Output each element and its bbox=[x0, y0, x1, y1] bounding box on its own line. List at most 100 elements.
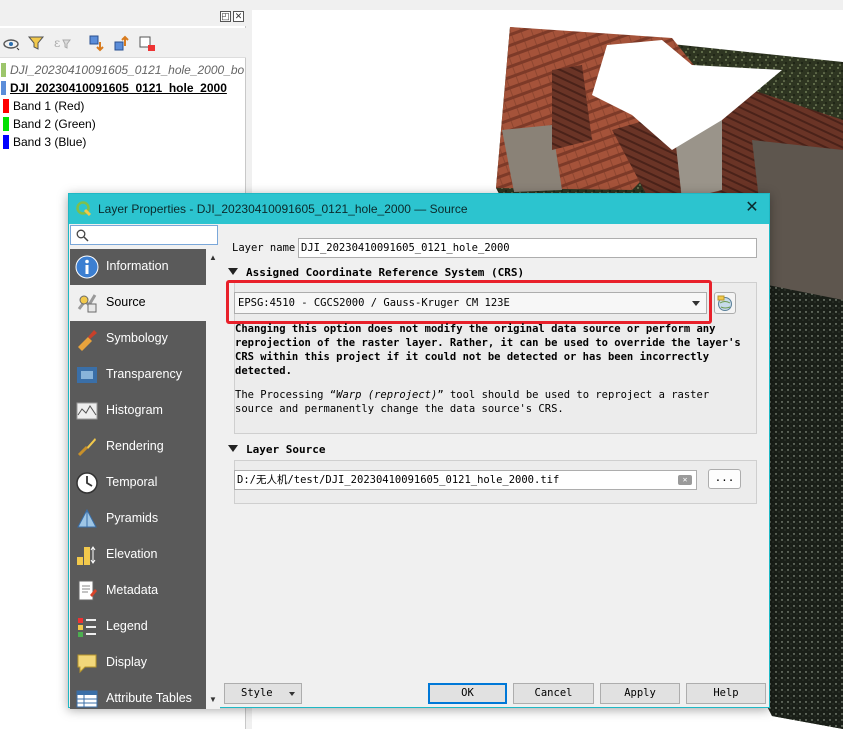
search-icon bbox=[76, 229, 89, 242]
nav-item-rendering[interactable]: Rendering bbox=[70, 429, 206, 465]
scroll-up-icon[interactable]: ▲ bbox=[208, 253, 218, 263]
expand-all-icon[interactable] bbox=[88, 34, 106, 52]
nav-label: Rendering bbox=[106, 439, 164, 453]
sidebar-scrollbar[interactable]: ▲ ▼ bbox=[206, 249, 220, 709]
nav-label: Legend bbox=[106, 619, 148, 633]
nav-label: Metadata bbox=[106, 583, 159, 597]
rendering-icon bbox=[77, 438, 96, 457]
layers-toolbar: ε bbox=[0, 28, 246, 58]
nav-label: Temporal bbox=[106, 475, 158, 489]
layer-name: DJI_20230410091605_0121_hole_2000_bo bbox=[10, 63, 245, 77]
nav-item-histogram[interactable]: Histogram bbox=[70, 393, 206, 429]
nav-item-display[interactable]: Display bbox=[70, 645, 206, 681]
crs-select-button[interactable] bbox=[714, 292, 736, 314]
nav-item-metadata[interactable]: Metadata bbox=[70, 573, 206, 609]
red-swatch bbox=[3, 99, 9, 113]
chevron-down-icon bbox=[289, 692, 295, 696]
source-page: Layer name DJI_20230410091605_0121_hole_… bbox=[224, 234, 769, 674]
nav-item-elevation[interactable]: Elevation bbox=[70, 537, 206, 573]
dialog-title: Layer Properties - DJI_20230410091605_01… bbox=[98, 202, 468, 216]
close-icon[interactable]: ✕ bbox=[743, 199, 761, 217]
band-item-blue[interactable]: Band 3 (Blue) bbox=[3, 133, 86, 151]
nav-item-source[interactable]: Source bbox=[70, 285, 206, 321]
layer-properties-dialog: Layer Properties - DJI_20230410091605_01… bbox=[68, 193, 770, 709]
crs-highlight-annotation bbox=[226, 280, 712, 324]
info-icon bbox=[75, 255, 99, 279]
collapse-arrow-icon bbox=[228, 445, 238, 452]
layer-name-input[interactable]: DJI_20230410091605_0121_hole_2000 bbox=[298, 238, 757, 258]
layer-source-title: Layer Source bbox=[246, 443, 326, 456]
filter-icon[interactable] bbox=[27, 34, 45, 52]
clock-icon bbox=[76, 472, 98, 494]
layer-source-header[interactable]: Layer Source bbox=[228, 443, 325, 456]
nav-label: Attribute Tables bbox=[106, 691, 192, 705]
crs-section-header[interactable]: Assigned Coordinate Reference System (CR… bbox=[228, 266, 524, 279]
raster-layer-icon bbox=[1, 81, 6, 95]
display-icon bbox=[77, 654, 97, 674]
style-button[interactable]: Style bbox=[224, 683, 302, 704]
layer-name: DJI_20230410091605_0121_hole_2000 bbox=[10, 81, 227, 95]
layer-name-label: Layer name bbox=[232, 242, 296, 254]
svg-text:ε: ε bbox=[54, 36, 60, 50]
band-item-green[interactable]: Band 2 (Green) bbox=[3, 115, 96, 133]
crs-warning-text: Changing this option does not modify the… bbox=[235, 323, 741, 377]
nav-item-information[interactable]: Information bbox=[70, 249, 206, 285]
clear-icon[interactable]: ✕ bbox=[678, 475, 692, 485]
properties-sidebar: Information Source Symbology Transparenc… bbox=[70, 249, 206, 709]
nav-label: Histogram bbox=[106, 403, 163, 417]
expression-filter-icon[interactable]: ε bbox=[53, 34, 71, 52]
nav-label: Source bbox=[106, 295, 146, 309]
attribute-tables-icon bbox=[76, 690, 98, 708]
float-panel-icon[interactable]: ◰ bbox=[220, 11, 231, 22]
blue-swatch bbox=[3, 135, 9, 149]
browse-button[interactable]: ... bbox=[708, 469, 741, 489]
help-button[interactable]: Help bbox=[686, 683, 766, 704]
apply-button[interactable]: Apply bbox=[600, 683, 680, 704]
globe-icon bbox=[717, 295, 732, 311]
nav-label: Symbology bbox=[106, 331, 168, 345]
legend-icon bbox=[78, 618, 96, 637]
layer-item-bo[interactable]: DJI_20230410091605_0121_hole_2000_bo bbox=[1, 61, 244, 79]
nav-item-temporal[interactable]: Temporal bbox=[70, 465, 206, 501]
eye-icon[interactable] bbox=[2, 34, 20, 52]
metadata-icon bbox=[78, 580, 97, 601]
nav-item-attribute-tables[interactable]: Attribute Tables bbox=[70, 681, 206, 709]
remove-layer-icon[interactable] bbox=[138, 34, 156, 52]
histogram-icon bbox=[76, 402, 98, 420]
source-path-input[interactable]: D:/无人机/test/DJI_20230410091605_0121_hole… bbox=[234, 470, 697, 490]
nav-item-pyramids[interactable]: Pyramids bbox=[70, 501, 206, 537]
symbology-icon bbox=[78, 330, 97, 351]
nav-item-legend[interactable]: Legend bbox=[70, 609, 206, 645]
ok-button[interactable]: OK bbox=[428, 683, 507, 704]
dialog-titlebar[interactable]: Layer Properties - DJI_20230410091605_01… bbox=[69, 194, 769, 224]
close-panel-icon[interactable]: ✕ bbox=[233, 11, 244, 22]
band-label: Band 3 (Blue) bbox=[13, 135, 87, 149]
nav-label: Display bbox=[106, 655, 147, 669]
source-path-value: D:/无人机/test/DJI_20230410091605_0121_hole… bbox=[237, 474, 560, 486]
nav-label: Pyramids bbox=[106, 511, 159, 525]
panel-header: ◰ ✕ bbox=[0, 0, 246, 26]
cancel-button[interactable]: Cancel bbox=[513, 683, 594, 704]
search-field[interactable] bbox=[70, 225, 218, 245]
note-text: The Processing “ bbox=[235, 389, 337, 401]
green-swatch bbox=[3, 117, 9, 131]
collapse-all-icon[interactable] bbox=[113, 34, 131, 52]
band-label: Band 1 (Red) bbox=[13, 99, 85, 113]
search-input[interactable] bbox=[95, 228, 213, 242]
collapse-arrow-icon bbox=[228, 268, 238, 275]
nav-item-symbology[interactable]: Symbology bbox=[70, 321, 206, 357]
elevation-icon bbox=[77, 546, 96, 565]
qgis-logo-icon bbox=[76, 201, 92, 217]
nav-label: Transparency bbox=[106, 367, 182, 381]
band-item-red[interactable]: Band 1 (Red) bbox=[3, 97, 84, 115]
nav-item-transparency[interactable]: Transparency bbox=[70, 357, 206, 393]
scroll-down-icon[interactable]: ▼ bbox=[208, 695, 218, 705]
band-label: Band 2 (Green) bbox=[13, 117, 96, 131]
raster-layer-icon bbox=[1, 63, 6, 77]
crs-note-text: The Processing “Warp (reproject)” tool s… bbox=[235, 388, 745, 416]
crs-section-title: Assigned Coordinate Reference System (CR… bbox=[246, 266, 525, 279]
warp-reproject-link: Warp (reproject) bbox=[336, 389, 438, 401]
transparency-icon bbox=[77, 367, 97, 383]
layer-item-main[interactable]: DJI_20230410091605_0121_hole_2000 bbox=[1, 79, 227, 97]
source-icon bbox=[77, 294, 97, 313]
